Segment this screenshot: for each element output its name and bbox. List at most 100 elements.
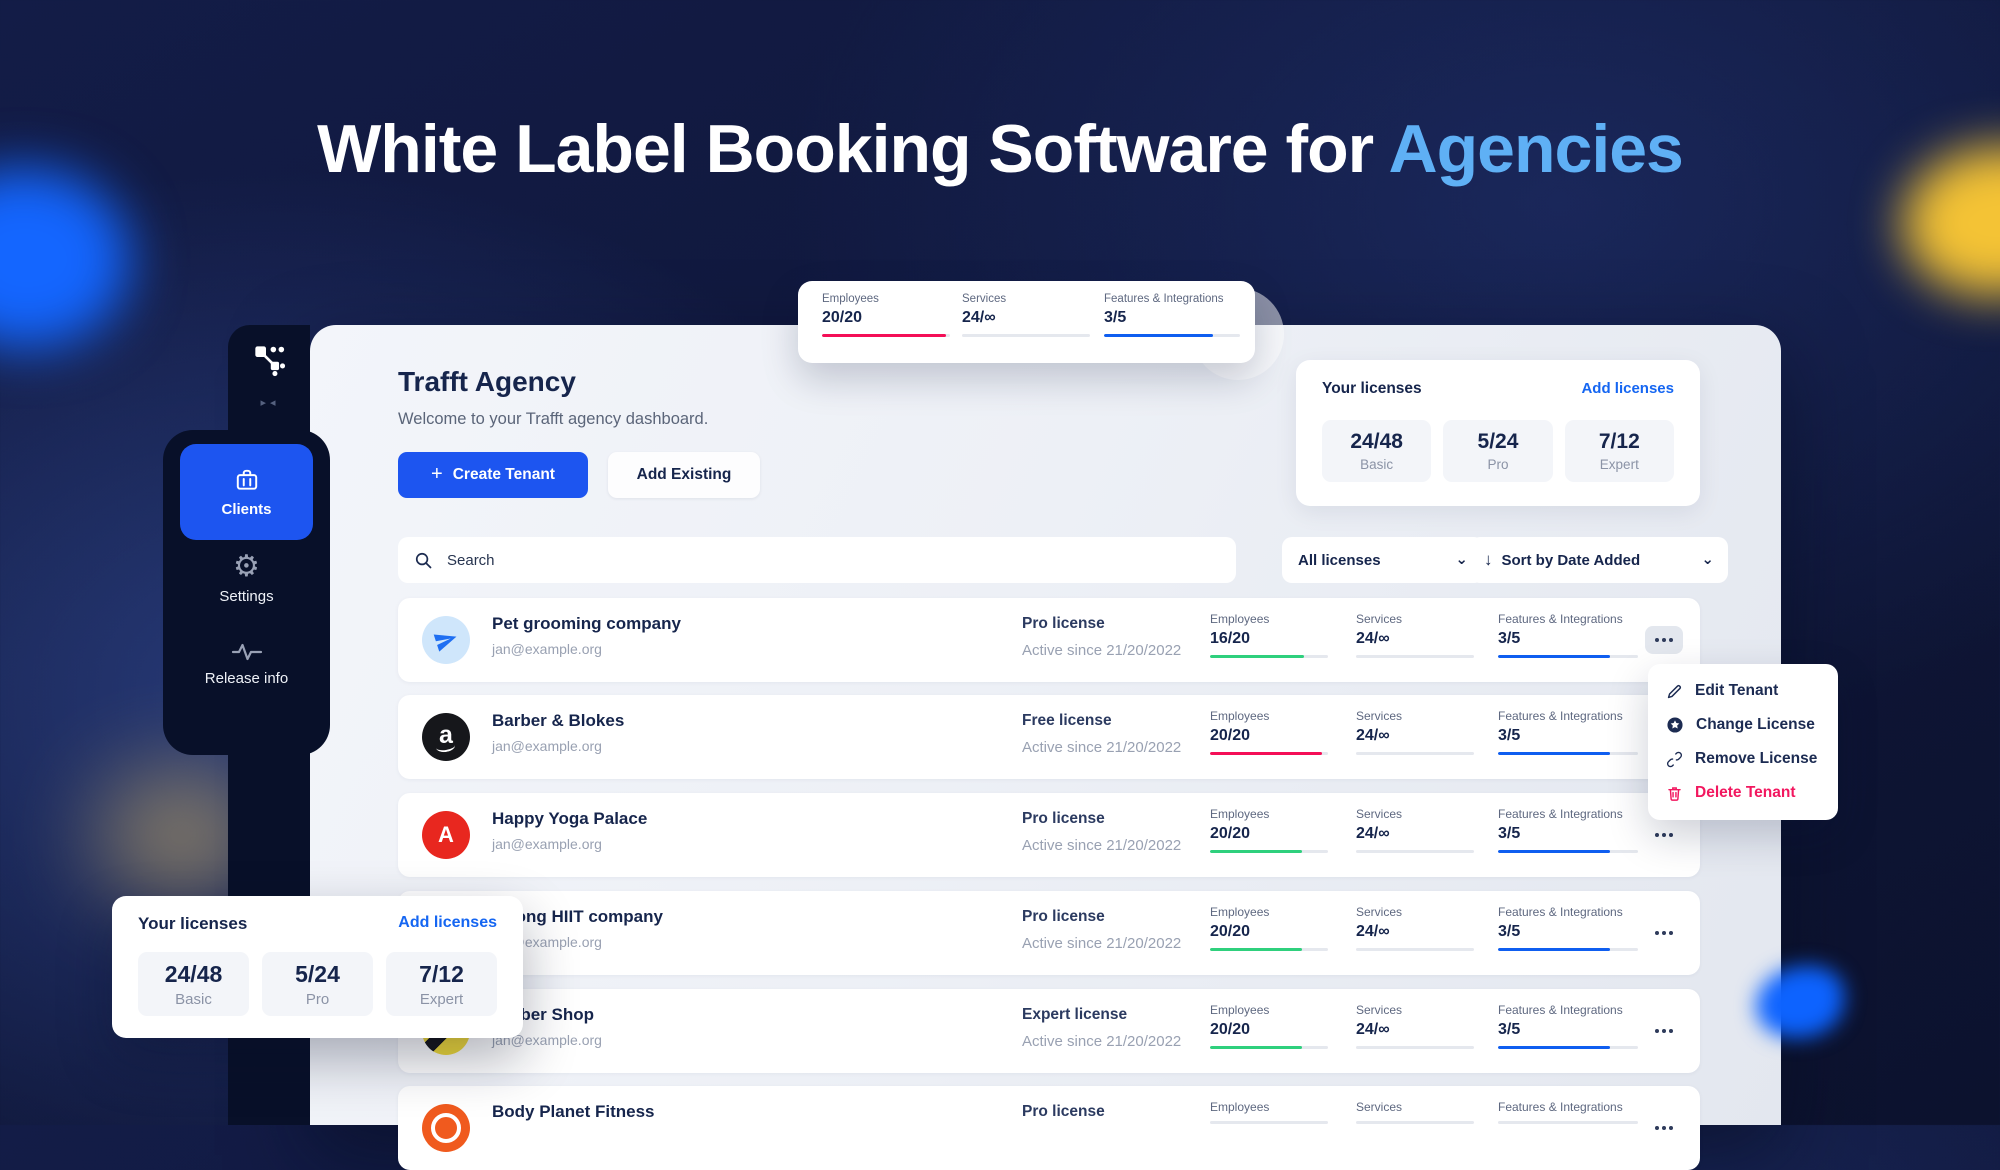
pulse-icon [230, 640, 264, 664]
progress-bar [1356, 850, 1474, 853]
license-tile-expert: 7/12 Expert [1565, 420, 1674, 482]
license-type: Pro license [1022, 810, 1105, 828]
avatar-letter: a [439, 721, 453, 750]
licenses-title: Your licenses [138, 914, 247, 934]
progress-bar [1104, 334, 1240, 337]
page-title-accent: Agencies [1389, 111, 1683, 187]
add-existing-button[interactable]: Add Existing [608, 452, 760, 498]
trafft-logo [254, 345, 286, 377]
progress-bar [1498, 948, 1638, 951]
license-tile-basic: 24/48 Basic [138, 952, 249, 1016]
menu-item-delete-tenant[interactable]: Delete Tenant [1648, 776, 1838, 810]
page-title-main: White Label Booking Software for [317, 111, 1373, 187]
progress-bar [1356, 752, 1474, 755]
progress-bar [1210, 850, 1328, 853]
sidebar-item-release-info[interactable]: Release info [163, 640, 330, 687]
features-stat: Features & Integrations 3/5 [1498, 905, 1638, 951]
paper-plane-logo [431, 625, 461, 655]
progress-bar [1210, 948, 1328, 951]
employees-stat: Employees [1210, 1100, 1328, 1124]
decor-blob-blue-left [0, 168, 130, 348]
menu-item-remove-license[interactable]: Remove License [1648, 742, 1838, 776]
services-stat: Services 24/∞ [1356, 1003, 1474, 1049]
progress-bar [1498, 1121, 1638, 1124]
dashboard-subtitle: Welcome to your Trafft agency dashboard. [398, 410, 708, 429]
progress-bar [1498, 655, 1638, 658]
license-type: Free license [1022, 712, 1112, 730]
progress-bar [1356, 655, 1474, 658]
create-tenant-button[interactable]: + Create Tenant [398, 452, 588, 498]
menu-item-edit-tenant[interactable]: Edit Tenant [1648, 674, 1838, 708]
page-title: White Label Booking Software for Agencie… [0, 110, 2000, 188]
licenses-title: Your licenses [1322, 380, 1422, 398]
progress-bar [1210, 1046, 1328, 1049]
license-type: Pro license [1022, 908, 1105, 926]
row-menu-button[interactable] [1645, 1114, 1683, 1142]
briefcase-icon [234, 467, 260, 493]
services-stat: Services 24/∞ [1356, 709, 1474, 755]
page: { "hero": { "title": "White Label Bookin… [0, 0, 2000, 1125]
sidebar-item-label: Clients [221, 501, 271, 518]
employees-stat: Employees 20/20 [1210, 807, 1328, 853]
license-tile-pro: 5/24 Pro [1443, 420, 1552, 482]
tenant-avatar: A [422, 811, 470, 859]
sidebar-item-label: Release info [205, 670, 288, 687]
progress-bar [1210, 655, 1328, 658]
collapse-sidebar-icon[interactable]: ▸◂ [248, 396, 292, 409]
add-licenses-link[interactable]: Add licenses [398, 914, 497, 932]
tenant-avatar [422, 1104, 470, 1152]
licenses-tiles: 24/48 Basic 5/24 Pro 7/12 Expert [1322, 420, 1674, 482]
star-circle-icon [1666, 716, 1684, 734]
license-type: Expert license [1022, 1006, 1127, 1024]
license-active-since: Active since 21/20/2022 [1022, 1033, 1181, 1050]
features-stat: Features & Integrations 3/5 [1498, 709, 1638, 755]
tenant-row: Body Planet Fitness Pro license Employee… [398, 1086, 1700, 1170]
license-active-since: Active since 21/20/2022 [1022, 739, 1181, 756]
services-stat: Services 24/∞ [1356, 905, 1474, 951]
sidebar-item-label: Settings [219, 588, 273, 605]
progress-bar [822, 334, 950, 337]
tenant-email: jan@example.org [492, 836, 602, 852]
progress-bar [1356, 1046, 1474, 1049]
services-stat: Services [1356, 1100, 1474, 1124]
row-menu-button[interactable] [1645, 1017, 1683, 1045]
tenant-row: Barber Shop jan@example.org Expert licen… [398, 989, 1700, 1073]
progress-bar [1210, 752, 1328, 755]
license-tile-expert: 7/12 Expert [386, 952, 497, 1016]
employees-stat: Employees 20/20 [1210, 905, 1328, 951]
license-filter-dropdown[interactable]: All licenses ⌄ [1282, 537, 1484, 583]
search-input[interactable] [445, 551, 1149, 570]
tenant-name: Pet grooming company [492, 614, 681, 634]
menu-item-change-license[interactable]: Change License [1648, 708, 1838, 742]
plus-icon: + [431, 463, 443, 486]
trash-icon [1666, 785, 1683, 802]
progress-bar [962, 334, 1090, 337]
progress-bar [1498, 850, 1638, 853]
sidebar-item-clients[interactable]: Clients [180, 444, 313, 540]
tenant-avatar: a [422, 713, 470, 761]
tenant-row: Strong HIIT company jan@example.org Pro … [398, 891, 1700, 975]
row-menu-button[interactable] [1645, 821, 1683, 849]
dashboard-title: Trafft Agency [398, 366, 576, 398]
row-menu-button[interactable] [1645, 919, 1683, 947]
employees-stat: Employees 20/20 [1210, 709, 1328, 755]
sort-dropdown[interactable]: ↓ Sort by Date Added ⌄ [1470, 537, 1728, 583]
license-type: Pro license [1022, 1103, 1105, 1121]
sidebar-item-settings[interactable]: ⚙ Settings [163, 552, 330, 605]
tenant-email: jan@example.org [492, 738, 602, 754]
progress-bar [1356, 948, 1474, 951]
progress-bar [1210, 1121, 1328, 1124]
chevron-down-icon: ⌄ [1455, 555, 1468, 565]
tenant-name: Body Planet Fitness [492, 1102, 654, 1122]
tenant-stats-popover: Employees 20/20 Services 24/∞ Features &… [798, 281, 1255, 363]
tenant-row: Pet grooming company jan@example.org Pro… [398, 598, 1700, 682]
tenant-row: A Happy Yoga Palace jan@example.org Pro … [398, 793, 1700, 877]
services-stat: Services 24/∞ [1356, 807, 1474, 853]
arrow-down-icon: ↓ [1484, 550, 1493, 570]
license-active-since: Active since 21/20/2022 [1022, 642, 1181, 659]
row-menu-button[interactable] [1645, 626, 1683, 654]
license-type: Pro license [1022, 615, 1105, 633]
employees-stat: Employees 16/20 [1210, 612, 1328, 658]
features-stat: Features & Integrations 3/5 [1498, 612, 1638, 658]
add-licenses-link[interactable]: Add licenses [1581, 380, 1674, 397]
